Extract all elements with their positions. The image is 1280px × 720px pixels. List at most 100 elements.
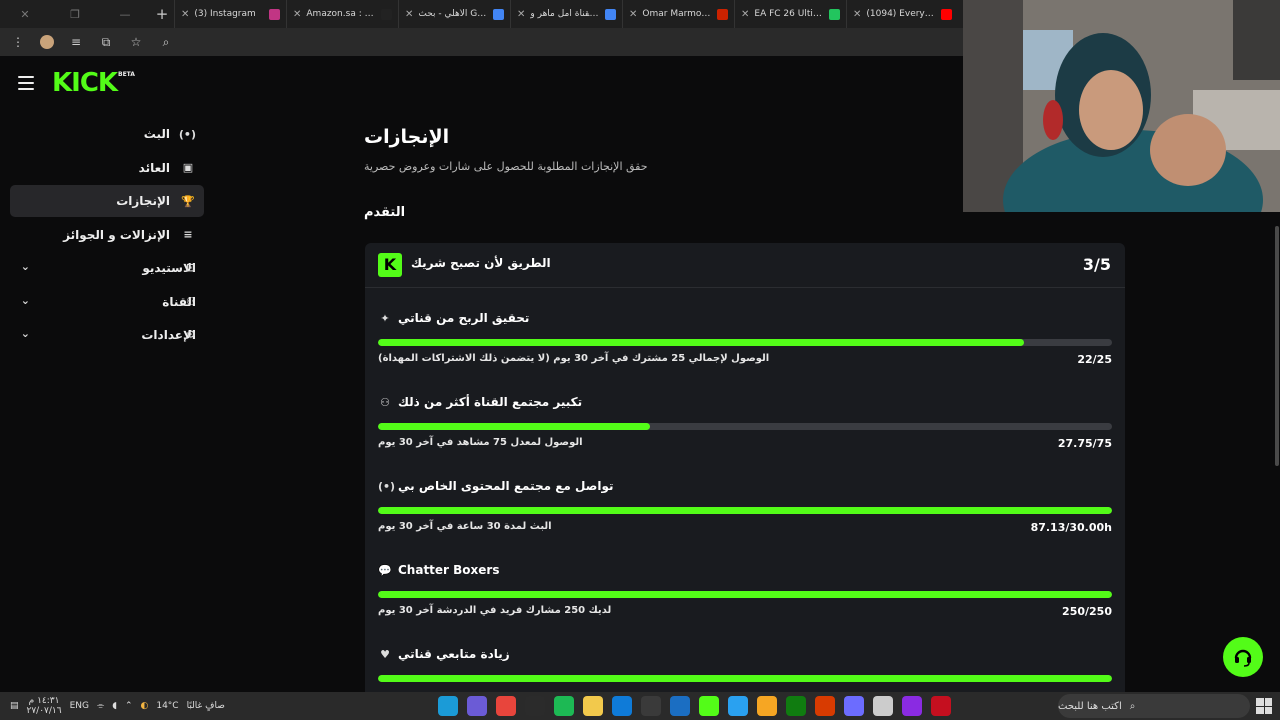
discord-icon[interactable] <box>467 696 487 716</box>
sidebar-item-drops[interactable]: ≡ الإنزالات و الجوائز <box>10 219 204 251</box>
tab-favicon <box>269 8 280 20</box>
tab-favicon <box>941 8 952 20</box>
edge-icon[interactable] <box>612 696 632 716</box>
progress-track <box>378 339 1112 346</box>
sidebar-item-label: الإنزالات و الجوائز <box>63 227 170 242</box>
steam-icon[interactable] <box>438 696 458 716</box>
browser-tab[interactable]: ✕ الأهلي - بحث Google <box>398 0 510 28</box>
goal-title: 💬 Chatter Boxers <box>378 562 499 578</box>
tab-label: القناة امل ماهر و... <box>530 9 600 19</box>
taskbar-search[interactable]: ⌕ اكتب هنا للبحث <box>1058 694 1250 718</box>
tab-label: EA FC 26 Ultimate... <box>754 9 824 19</box>
tab-label: الأهلي - بحث Google <box>418 9 488 19</box>
browser-tab[interactable]: ✕ القناة امل ماهر و... <box>510 0 622 28</box>
file-explorer-icon[interactable] <box>583 696 603 716</box>
weather-temp[interactable]: 14°C <box>156 701 178 711</box>
browser-tab[interactable]: ✕ (3) Instagram <box>174 0 286 28</box>
hamburger-menu-icon[interactable] <box>18 76 34 90</box>
app-icon[interactable] <box>844 696 864 716</box>
browser-tab[interactable]: ✕ Omar Marmoush... <box>622 0 734 28</box>
goal-item: (•) تواصل مع مجتمع المحتوى الخاص بي البث ل… <box>378 478 1112 562</box>
goal-title-text: تكبير مجتمع القناة أكثر من ذلك <box>398 395 583 409</box>
progress-track <box>378 591 1112 598</box>
chrome-icon[interactable] <box>496 696 516 716</box>
close-tab-icon[interactable]: ✕ <box>629 9 637 20</box>
obs-icon[interactable] <box>525 696 545 716</box>
profile-avatar[interactable] <box>40 35 54 49</box>
sidebar-item-revenue[interactable]: ▣ العائد <box>10 152 204 184</box>
close-tab-icon[interactable]: ✕ <box>293 9 301 20</box>
browser-tab[interactable]: ✕ (1094) Every UFC... <box>846 0 958 28</box>
tab-list: ✕ (3) Instagram ✕ Amazon.sa : sony ✕ الأهلي -… <box>174 0 958 28</box>
bookmark-star-icon[interactable]: ☆ <box>128 35 144 49</box>
system-tray: ▤ ١٤:٣١ م ٢٧/٠٧/١٦ ENG ⌯ ◖ ⌃ ◐ 14°C صافٍ… <box>10 692 225 720</box>
reading-list-icon[interactable]: ≡ <box>68 35 84 49</box>
close-tab-icon[interactable]: ✕ <box>181 9 189 20</box>
terminal-icon[interactable] <box>641 696 661 716</box>
goal-title: ✦ تحقيق الربح من قناتي <box>378 310 529 326</box>
kick-logo[interactable]: KICK <box>52 70 118 96</box>
page-scrollbar[interactable] <box>1275 226 1279 466</box>
heart-icon: ♥ <box>380 647 390 661</box>
sidebar-item-studio[interactable]: ⌄ ⊡ الاستيديو <box>10 252 204 284</box>
card-title: الطريق لأن تصبح شريك <box>411 256 551 270</box>
close-tab-icon[interactable]: ✕ <box>517 9 525 20</box>
notification-icon[interactable]: ▤ <box>10 701 19 711</box>
opera-icon[interactable] <box>815 696 835 716</box>
xbox-icon[interactable] <box>786 696 806 716</box>
card-header[interactable]: K الطريق لأن تصبح شريك 3/5 <box>365 243 1125 288</box>
webcam-image <box>963 0 1280 212</box>
mail-icon[interactable] <box>728 696 748 716</box>
card-progress-count: 3/5 <box>1082 255 1111 274</box>
sidebar-item-channel[interactable]: ⌄ ⚇ القناة <box>10 286 204 318</box>
media-icon[interactable] <box>931 696 951 716</box>
sidebar-item-achievements[interactable]: 🏆 الإنجازات <box>10 185 204 217</box>
close-window-icon[interactable]: ✕ <box>10 8 40 21</box>
broadcast-icon: (•) <box>178 127 196 141</box>
tab-favicon <box>605 8 616 20</box>
close-tab-icon[interactable]: ✕ <box>405 9 413 20</box>
chevron-down-icon: ⌄ <box>20 293 30 307</box>
browser-tab[interactable]: ✕ EA FC 26 Ultimate... <box>734 0 846 28</box>
goal-title: (•) تواصل مع مجتمع المحتوى الخاص بي <box>378 478 613 494</box>
sidebar-item-settings[interactable]: ⌄ ⚙ الإعدادات <box>10 319 204 351</box>
volume-icon[interactable]: ◖ <box>112 701 117 711</box>
headset-icon <box>1234 649 1252 667</box>
tab-label: (1094) Every UFC... <box>866 9 936 19</box>
chat-icon: 💬 <box>378 563 392 577</box>
kick-app-icon[interactable] <box>699 696 719 716</box>
network-icon[interactable]: ⌯ <box>97 701 104 711</box>
language-indicator[interactable]: ENG <box>70 701 89 711</box>
goal-value: 22/25 <box>1077 353 1112 366</box>
section-title: التقدم <box>364 205 406 220</box>
extensions-icon[interactable]: ⧉ <box>98 35 114 50</box>
tab-label: Amazon.sa : sony <box>306 9 376 19</box>
restore-window-icon[interactable]: ❐ <box>60 8 90 21</box>
sidebar-item-stream[interactable]: (•) البث <box>10 118 204 150</box>
weather-icon: ◐ <box>140 701 149 711</box>
pinned-apps <box>438 696 951 716</box>
settings-icon: ⚙ <box>186 328 196 341</box>
spotify-icon[interactable] <box>554 696 574 716</box>
chevron-down-icon: ⌄ <box>20 327 30 340</box>
store-icon[interactable] <box>757 696 777 716</box>
clock-time: ١٤:٣١ م <box>28 696 60 706</box>
zoom-icon[interactable]: ⌕ <box>158 35 174 50</box>
progress-fill <box>378 423 650 430</box>
support-chat-button[interactable] <box>1223 637 1263 677</box>
browser-tab[interactable]: ✕ Amazon.sa : sony <box>286 0 398 28</box>
windows-start-icon[interactable] <box>1256 698 1272 714</box>
tray-expand-icon[interactable]: ⌃ <box>125 701 133 711</box>
new-tab-button[interactable]: + <box>150 5 174 23</box>
weather-text[interactable]: صافٍ غالبًا <box>187 701 225 711</box>
steam-alt-icon[interactable] <box>670 696 690 716</box>
more-menu-icon[interactable]: ⋮ <box>10 35 26 49</box>
windows-taskbar: ▤ ١٤:٣١ م ٢٧/٠٧/١٦ ENG ⌯ ◖ ⌃ ◐ 14°C صافٍ… <box>0 692 1280 720</box>
progress-track <box>378 423 1112 430</box>
settings-app-icon[interactable] <box>873 696 893 716</box>
close-tab-icon[interactable]: ✕ <box>741 9 749 20</box>
close-tab-icon[interactable]: ✕ <box>853 9 861 20</box>
minimize-window-icon[interactable]: — <box>110 8 140 21</box>
clock[interactable]: ١٤:٣١ م ٢٧/٠٧/١٦ <box>27 696 62 716</box>
copilot-icon[interactable] <box>902 696 922 716</box>
